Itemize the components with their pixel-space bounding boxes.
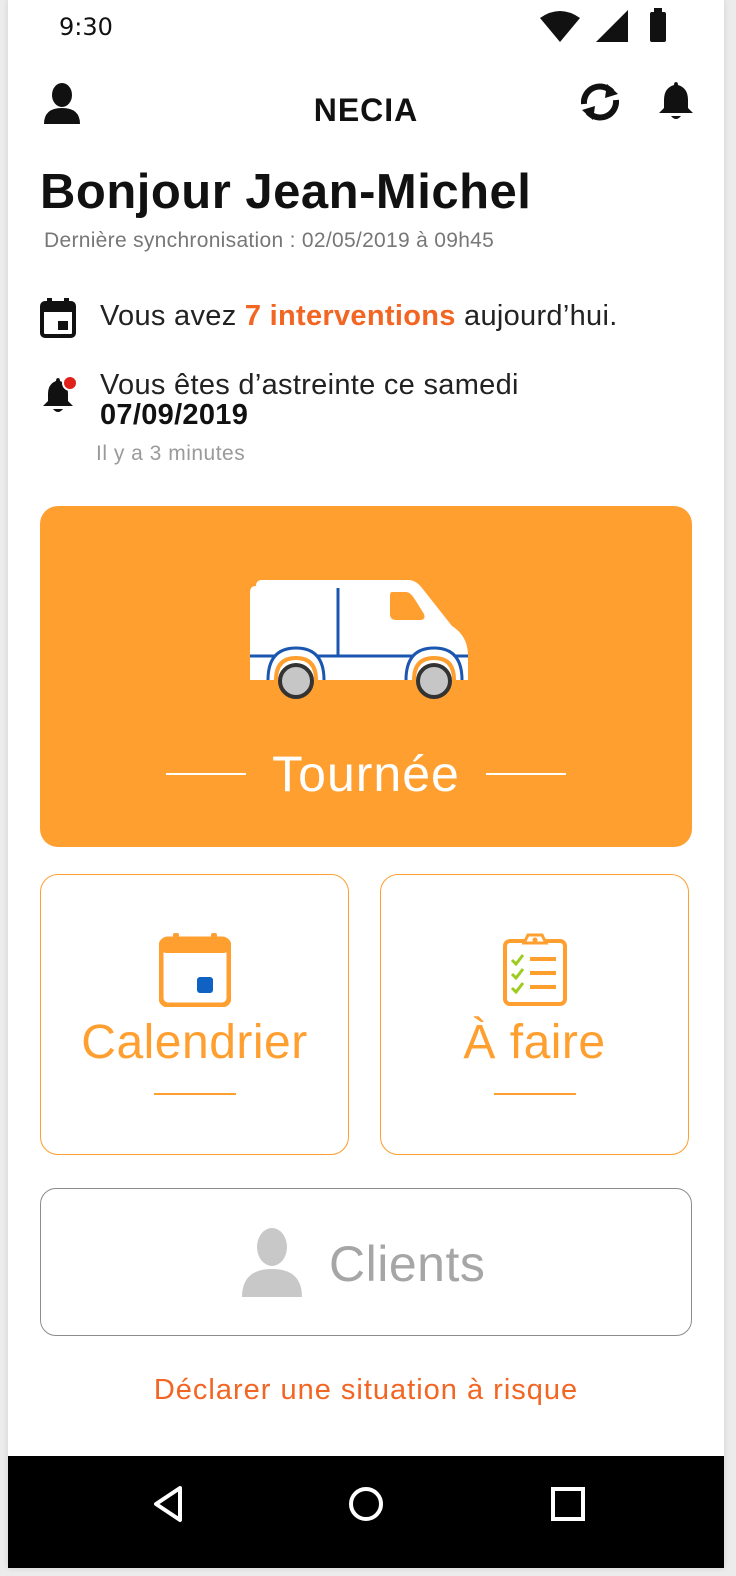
on-call-time-ago: Il y a 3 minutes — [96, 442, 246, 465]
interventions-row[interactable]: Vous avez 7 interventions aujourd’hui. — [8, 292, 724, 342]
interventions-prefix: Vous avez — [100, 300, 245, 332]
back-icon[interactable] — [150, 1484, 186, 1524]
todo-tile[interactable]: À faire — [380, 874, 689, 1155]
status-bar: 9:30 — [8, 0, 724, 52]
battery-icon — [650, 8, 666, 42]
interventions-text: Vous avez 7 interventions aujourd’hui. — [100, 300, 618, 333]
sync-icon[interactable] — [576, 80, 624, 124]
wifi-icon — [540, 11, 580, 42]
declare-risk-link[interactable]: Déclarer une situation à risque — [8, 1374, 724, 1407]
tour-divider-right — [485, 773, 566, 775]
person-icon — [242, 1228, 302, 1297]
status-time: 9:30 — [59, 13, 113, 41]
home-icon[interactable] — [346, 1484, 386, 1524]
calendar-underline — [153, 1093, 236, 1095]
on-call-date: 07/09/2019 — [100, 399, 249, 431]
recents-icon[interactable] — [548, 1484, 588, 1524]
clients-tile[interactable]: Clients — [40, 1188, 692, 1336]
alert-bell-icon — [43, 375, 78, 412]
todo-underline — [493, 1093, 576, 1095]
calendar-label: Calendrier — [81, 1016, 308, 1069]
greeting-title: Bonjour Jean-Michel — [40, 165, 532, 219]
calendar-icon — [40, 298, 76, 338]
on-call-row[interactable]: Vous êtes d’astreinte ce samedi 07/09/20… — [8, 368, 724, 438]
cell-signal-icon — [596, 10, 628, 42]
on-call-text: Vous êtes d’astreinte ce samedi 07/09/20… — [100, 370, 519, 430]
tour-divider-left — [166, 773, 247, 775]
clipboard-checklist-icon — [502, 933, 567, 1006]
todo-label: À faire — [463, 1016, 606, 1069]
status-icons — [540, 8, 666, 42]
on-call-label: Vous êtes d’astreinte ce samedi — [100, 369, 519, 401]
tour-label: Tournée — [272, 746, 460, 802]
interventions-suffix: aujourd’hui. — [455, 300, 618, 332]
clients-label: Clients — [329, 1236, 486, 1292]
tour-tile[interactable]: Tournée — [40, 506, 692, 847]
notification-bell-icon[interactable] — [658, 80, 694, 122]
interventions-count[interactable]: 7 interventions — [245, 300, 456, 332]
navigation-bar — [8, 1456, 724, 1568]
tour-title-wrap: Tournée — [40, 744, 692, 804]
calendar-tile[interactable]: Calendrier — [40, 874, 349, 1155]
van-icon — [250, 580, 468, 699]
calendar-tile-icon — [158, 933, 231, 1007]
last-sync-text: Dernière synchronisation : 02/05/2019 à … — [44, 229, 495, 252]
phone-screen: 9:30 NECIA Bonjour Jean-Michel Dernière … — [8, 0, 724, 1568]
